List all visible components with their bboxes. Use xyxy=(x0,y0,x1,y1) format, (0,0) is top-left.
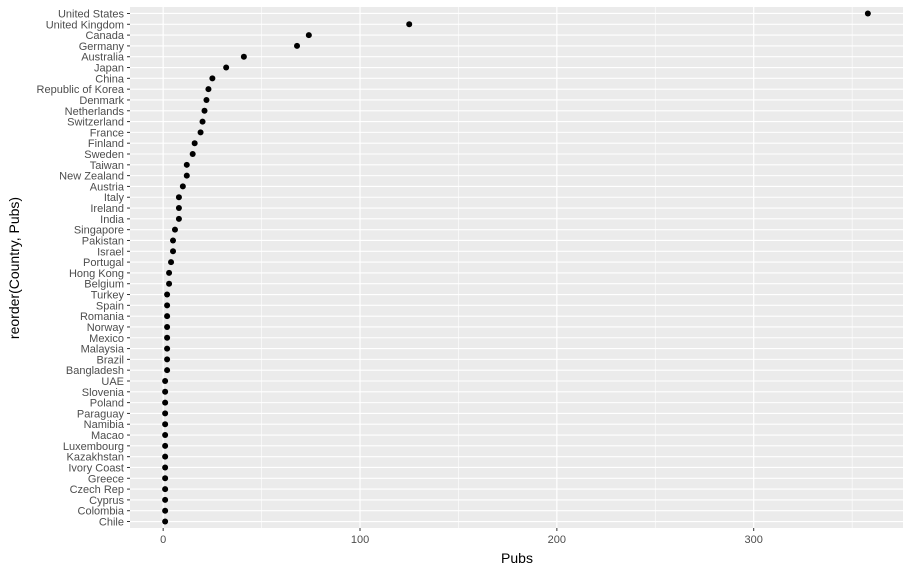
x-tick-label: 0 xyxy=(160,534,166,546)
x-tick-label: 100 xyxy=(351,534,369,546)
data-point xyxy=(162,432,169,439)
data-point xyxy=(205,86,212,93)
data-point xyxy=(164,334,171,341)
data-point xyxy=(162,464,169,471)
data-point xyxy=(170,237,177,244)
data-point xyxy=(164,323,171,330)
data-point xyxy=(183,172,190,179)
data-point xyxy=(162,507,169,514)
data-point xyxy=(294,42,301,49)
data-point xyxy=(305,32,312,39)
data-point xyxy=(175,205,182,212)
data-point xyxy=(189,151,196,158)
data-point xyxy=(164,291,171,298)
data-point xyxy=(162,475,169,482)
data-point xyxy=(171,226,178,233)
dot-plot-chart: United StatesUnited KingdomCanadaGermany… xyxy=(0,0,910,574)
data-point xyxy=(170,248,177,255)
data-point xyxy=(162,486,169,493)
data-point xyxy=(864,10,871,17)
plot-panel xyxy=(130,7,903,528)
data-point xyxy=(162,453,169,460)
data-point xyxy=(179,183,186,190)
data-point xyxy=(164,345,171,352)
data-point xyxy=(203,96,210,103)
data-point xyxy=(166,280,173,287)
y-axis-title: reorder(Country, Pubs) xyxy=(6,197,22,339)
data-point xyxy=(175,194,182,201)
x-axis-title: Pubs xyxy=(501,550,533,566)
data-point xyxy=(223,64,230,71)
data-point xyxy=(191,140,198,147)
data-point xyxy=(183,161,190,168)
data-point xyxy=(406,21,413,28)
data-point xyxy=(199,118,206,125)
data-point xyxy=(240,53,247,60)
data-point xyxy=(164,367,171,374)
y-tick-label: Chile xyxy=(99,517,124,529)
data-point xyxy=(162,388,169,395)
data-point xyxy=(162,399,169,406)
data-point xyxy=(162,496,169,503)
data-point xyxy=(168,259,175,266)
data-point xyxy=(197,129,204,136)
data-point xyxy=(201,107,208,114)
data-point xyxy=(209,75,216,82)
x-tick-label: 300 xyxy=(745,534,763,546)
data-point xyxy=(175,215,182,222)
data-point xyxy=(162,377,169,384)
data-point xyxy=(162,442,169,449)
x-tick-label: 200 xyxy=(548,534,566,546)
data-point xyxy=(162,421,169,428)
data-point xyxy=(162,518,169,525)
data-point xyxy=(164,302,171,309)
data-point xyxy=(164,356,171,363)
data-point xyxy=(164,313,171,320)
data-point xyxy=(166,269,173,276)
data-point xyxy=(162,410,169,417)
